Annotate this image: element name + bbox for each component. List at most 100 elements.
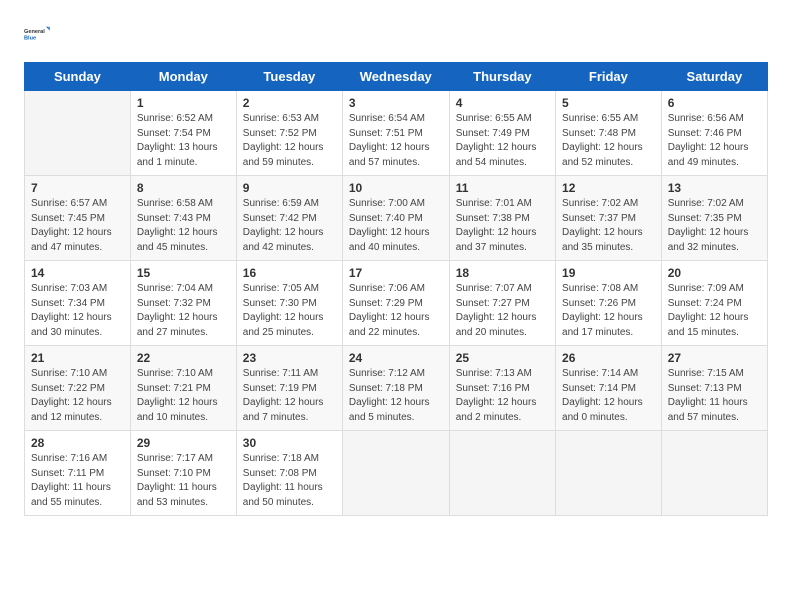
day-info: Sunrise: 7:04 AM Sunset: 7:32 PM Dayligh…: [137, 282, 230, 340]
calendar-cell: 15 Sunrise: 7:04 AM Sunset: 7:32 PM Dayli…: [130, 261, 236, 346]
day-number: 23: [243, 351, 336, 365]
day-info: Sunrise: 7:07 AM Sunset: 7:27 PM Dayligh…: [456, 282, 549, 340]
calendar-cell: 17 Sunrise: 7:06 AM Sunset: 7:29 PM Dayli…: [342, 261, 449, 346]
day-number: 30: [243, 436, 336, 450]
day-info: Sunrise: 7:14 AM Sunset: 7:14 PM Dayligh…: [562, 367, 655, 425]
day-number: 9: [243, 181, 336, 195]
weekday-header-tuesday: Tuesday: [236, 63, 342, 91]
day-number: 25: [456, 351, 549, 365]
logo-icon: GeneralBlue: [24, 20, 52, 48]
day-number: 8: [137, 181, 230, 195]
weekday-header-saturday: Saturday: [661, 63, 767, 91]
day-number: 16: [243, 266, 336, 280]
calendar-cell: 7 Sunrise: 6:57 AM Sunset: 7:45 PM Daylig…: [25, 176, 131, 261]
calendar-week-4: 21Sunrise: 7:10 AM Sunset: 7:22 PM Dayli…: [25, 346, 768, 431]
calendar-cell: 20Sunrise: 7:09 AM Sunset: 7:24 PM Dayli…: [661, 261, 767, 346]
day-info: Sunrise: 7:15 AM Sunset: 7:13 PM Dayligh…: [668, 367, 761, 425]
calendar-cell: 25 Sunrise: 7:13 AM Sunset: 7:16 PM Dayli…: [449, 346, 555, 431]
calendar-header-row: SundayMondayTuesdayWednesdayThursdayFrid…: [25, 63, 768, 91]
svg-text:Blue: Blue: [24, 36, 36, 42]
logo: GeneralBlue: [24, 20, 52, 48]
calendar-week-2: 7 Sunrise: 6:57 AM Sunset: 7:45 PM Daylig…: [25, 176, 768, 261]
day-number: 21: [31, 351, 124, 365]
day-info: Sunrise: 6:56 AM Sunset: 7:46 PM Dayligh…: [668, 112, 761, 170]
day-info: Sunrise: 6:55 AM Sunset: 7:48 PM Dayligh…: [562, 112, 655, 170]
day-number: 10: [349, 181, 443, 195]
day-info: Sunrise: 7:12 AM Sunset: 7:18 PM Dayligh…: [349, 367, 443, 425]
calendar-cell: 29Sunrise: 7:17 AM Sunset: 7:10 PM Dayli…: [130, 431, 236, 516]
weekday-header-wednesday: Wednesday: [342, 63, 449, 91]
calendar-cell: 28 Sunrise: 7:16 AM Sunset: 7:11 PM Dayli…: [25, 431, 131, 516]
calendar-cell: 9 Sunrise: 6:59 AM Sunset: 7:42 PM Daylig…: [236, 176, 342, 261]
day-number: 19: [562, 266, 655, 280]
day-number: 2: [243, 96, 336, 110]
calendar-cell: 22 Sunrise: 7:10 AM Sunset: 7:21 PM Dayli…: [130, 346, 236, 431]
calendar-cell: 26 Sunrise: 7:14 AM Sunset: 7:14 PM Dayli…: [556, 346, 662, 431]
day-info: Sunrise: 6:58 AM Sunset: 7:43 PM Dayligh…: [137, 197, 230, 255]
day-info: Sunrise: 7:18 AM Sunset: 7:08 PM Dayligh…: [243, 452, 336, 510]
calendar-cell: 10 Sunrise: 7:00 AM Sunset: 7:40 PM Dayli…: [342, 176, 449, 261]
calendar-cell: 5Sunrise: 6:55 AM Sunset: 7:48 PM Daylig…: [556, 91, 662, 176]
calendar-cell: 30 Sunrise: 7:18 AM Sunset: 7:08 PM Dayli…: [236, 431, 342, 516]
day-number: 4: [456, 96, 549, 110]
day-info: Sunrise: 7:09 AM Sunset: 7:24 PM Dayligh…: [668, 282, 761, 340]
day-number: 26: [562, 351, 655, 365]
calendar-cell: [661, 431, 767, 516]
day-info: Sunrise: 7:00 AM Sunset: 7:40 PM Dayligh…: [349, 197, 443, 255]
calendar-cell: 14 Sunrise: 7:03 AM Sunset: 7:34 PM Dayli…: [25, 261, 131, 346]
calendar-cell: [556, 431, 662, 516]
calendar-table: SundayMondayTuesdayWednesdayThursdayFrid…: [24, 62, 768, 516]
weekday-header-friday: Friday: [556, 63, 662, 91]
calendar-cell: 8 Sunrise: 6:58 AM Sunset: 7:43 PM Daylig…: [130, 176, 236, 261]
day-number: 17: [349, 266, 443, 280]
calendar-week-3: 14 Sunrise: 7:03 AM Sunset: 7:34 PM Dayli…: [25, 261, 768, 346]
calendar-cell: 12Sunrise: 7:02 AM Sunset: 7:37 PM Dayli…: [556, 176, 662, 261]
calendar-cell: 21Sunrise: 7:10 AM Sunset: 7:22 PM Dayli…: [25, 346, 131, 431]
day-number: 28: [31, 436, 124, 450]
day-number: 3: [349, 96, 443, 110]
weekday-header-sunday: Sunday: [25, 63, 131, 91]
day-info: Sunrise: 7:06 AM Sunset: 7:29 PM Dayligh…: [349, 282, 443, 340]
day-number: 22: [137, 351, 230, 365]
day-info: Sunrise: 7:01 AM Sunset: 7:38 PM Dayligh…: [456, 197, 549, 255]
day-number: 24: [349, 351, 443, 365]
day-number: 14: [31, 266, 124, 280]
calendar-cell: 19 Sunrise: 7:08 AM Sunset: 7:26 PM Dayli…: [556, 261, 662, 346]
day-number: 11: [456, 181, 549, 195]
day-number: 6: [668, 96, 761, 110]
calendar-cell: 4 Sunrise: 6:55 AM Sunset: 7:49 PM Daylig…: [449, 91, 555, 176]
calendar-cell: 18Sunrise: 7:07 AM Sunset: 7:27 PM Dayli…: [449, 261, 555, 346]
svg-text:General: General: [24, 29, 45, 35]
calendar-cell: 27Sunrise: 7:15 AM Sunset: 7:13 PM Dayli…: [661, 346, 767, 431]
calendar-cell: 1Sunrise: 6:52 AM Sunset: 7:54 PM Daylig…: [130, 91, 236, 176]
day-info: Sunrise: 6:54 AM Sunset: 7:51 PM Dayligh…: [349, 112, 443, 170]
day-number: 15: [137, 266, 230, 280]
day-info: Sunrise: 7:13 AM Sunset: 7:16 PM Dayligh…: [456, 367, 549, 425]
day-info: Sunrise: 7:03 AM Sunset: 7:34 PM Dayligh…: [31, 282, 124, 340]
calendar-week-5: 28 Sunrise: 7:16 AM Sunset: 7:11 PM Dayli…: [25, 431, 768, 516]
day-info: Sunrise: 7:17 AM Sunset: 7:10 PM Dayligh…: [137, 452, 230, 510]
day-info: Sunrise: 7:16 AM Sunset: 7:11 PM Dayligh…: [31, 452, 124, 510]
weekday-header-thursday: Thursday: [449, 63, 555, 91]
page-header: GeneralBlue: [24, 20, 768, 48]
day-number: 7: [31, 181, 124, 195]
day-info: Sunrise: 7:11 AM Sunset: 7:19 PM Dayligh…: [243, 367, 336, 425]
day-info: Sunrise: 7:10 AM Sunset: 7:21 PM Dayligh…: [137, 367, 230, 425]
calendar-cell: 24 Sunrise: 7:12 AM Sunset: 7:18 PM Dayli…: [342, 346, 449, 431]
day-info: Sunrise: 7:08 AM Sunset: 7:26 PM Dayligh…: [562, 282, 655, 340]
calendar-cell: 3 Sunrise: 6:54 AM Sunset: 7:51 PM Daylig…: [342, 91, 449, 176]
calendar-cell: 2 Sunrise: 6:53 AM Sunset: 7:52 PM Daylig…: [236, 91, 342, 176]
calendar-cell: [25, 91, 131, 176]
day-info: Sunrise: 6:55 AM Sunset: 7:49 PM Dayligh…: [456, 112, 549, 170]
day-info: Sunrise: 6:57 AM Sunset: 7:45 PM Dayligh…: [31, 197, 124, 255]
calendar-cell: 11 Sunrise: 7:01 AM Sunset: 7:38 PM Dayli…: [449, 176, 555, 261]
day-info: Sunrise: 7:02 AM Sunset: 7:37 PM Dayligh…: [562, 197, 655, 255]
calendar-cell: [342, 431, 449, 516]
day-info: Sunrise: 6:59 AM Sunset: 7:42 PM Dayligh…: [243, 197, 336, 255]
day-number: 1: [137, 96, 230, 110]
calendar-cell: 23 Sunrise: 7:11 AM Sunset: 7:19 PM Dayli…: [236, 346, 342, 431]
calendar-cell: [449, 431, 555, 516]
day-info: Sunrise: 6:53 AM Sunset: 7:52 PM Dayligh…: [243, 112, 336, 170]
calendar-cell: 13Sunrise: 7:02 AM Sunset: 7:35 PM Dayli…: [661, 176, 767, 261]
day-info: Sunrise: 7:05 AM Sunset: 7:30 PM Dayligh…: [243, 282, 336, 340]
